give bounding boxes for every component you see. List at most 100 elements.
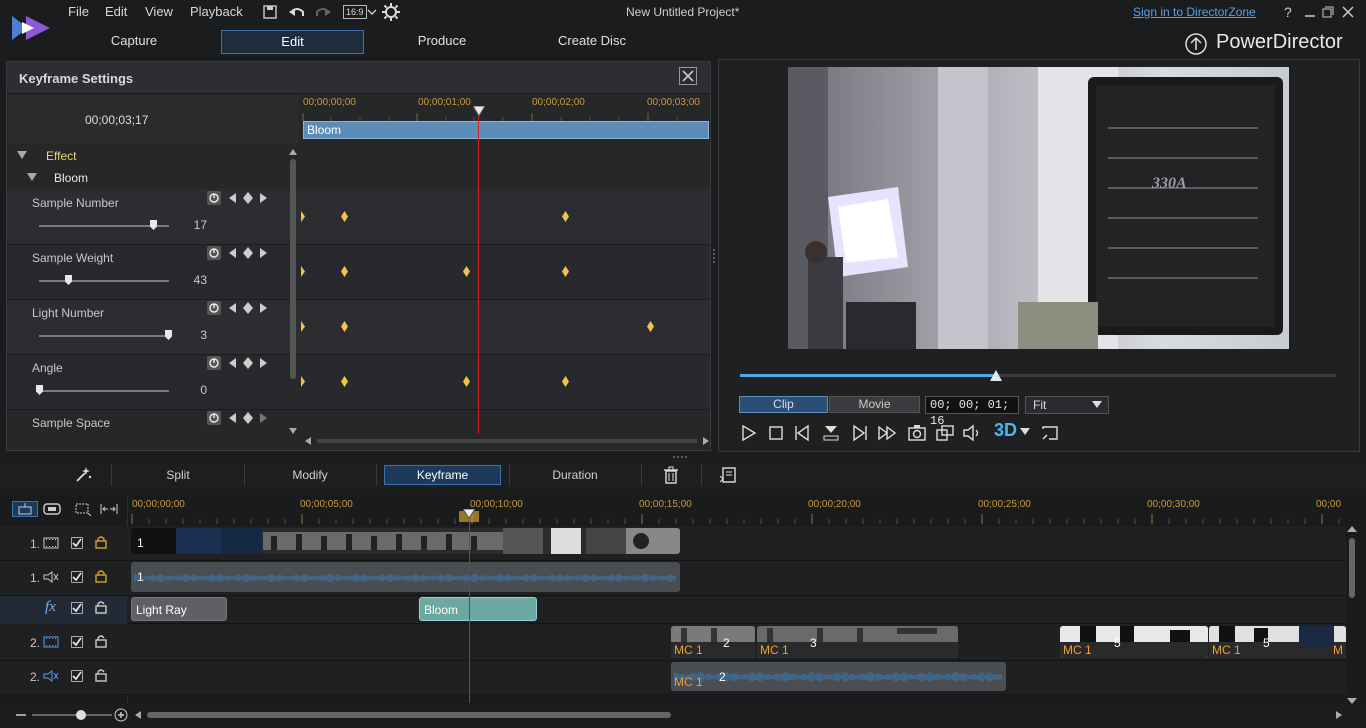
add-keyframe-icon[interactable]: [243, 412, 253, 424]
scrub-thumb[interactable]: [990, 370, 1002, 382]
tree-group-effect[interactable]: Effect: [46, 149, 76, 163]
next-frame-icon[interactable]: [849, 423, 869, 443]
undo-icon[interactable]: [288, 4, 306, 20]
zoom-slider-track[interactable]: [32, 714, 112, 716]
mark-icon[interactable]: [821, 423, 841, 443]
reset-param-icon[interactable]: [207, 301, 221, 315]
3d-mode-button[interactable]: 3D: [994, 420, 1017, 441]
snapshot-camera-icon[interactable]: [907, 423, 927, 443]
timeline-vscrollbar[interactable]: [1347, 526, 1357, 704]
magic-tools-icon[interactable]: [74, 466, 92, 484]
video-clip[interactable]: MC 1 2: [671, 626, 755, 658]
collapse-triangle-icon[interactable]: [17, 150, 27, 160]
zoom-out-icon[interactable]: [14, 709, 28, 721]
minimize-icon[interactable]: [1304, 6, 1316, 18]
play-icon[interactable]: [739, 423, 759, 443]
tab-create-disc[interactable]: Create Disc: [548, 30, 636, 54]
fx-clip-light-ray[interactable]: Light Ray: [131, 597, 227, 621]
fast-forward-icon[interactable]: [877, 423, 897, 443]
stop-icon[interactable]: [766, 423, 786, 443]
cast-display-icon[interactable]: [1040, 423, 1060, 443]
unlock-icon[interactable]: [95, 600, 107, 614]
video-clip[interactable]: 1: [131, 528, 680, 554]
param-scrollbar[interactable]: [289, 149, 297, 434]
effect-bar[interactable]: Bloom: [303, 121, 709, 139]
previous-frame-icon[interactable]: [793, 423, 813, 443]
previous-keyframe-icon[interactable]: [229, 358, 237, 368]
track-enable-checkbox[interactable]: [71, 537, 83, 549]
param-slider-track[interactable]: [39, 335, 169, 337]
previous-keyframe-icon[interactable]: [229, 193, 237, 203]
fit-dropdown[interactable]: Fit: [1025, 396, 1109, 414]
previous-keyframe-icon[interactable]: [229, 248, 237, 258]
keyframe-hscrollbar[interactable]: [305, 435, 709, 447]
movie-tab[interactable]: Movie: [829, 396, 920, 413]
preview-scrub-bar[interactable]: [740, 370, 1336, 384]
audio-clip[interactable]: MC 1 2: [671, 662, 1006, 691]
fx-clip-bloom[interactable]: Bloom: [419, 597, 537, 621]
add-keyframe-icon[interactable]: [243, 302, 253, 314]
duration-button[interactable]: Duration: [541, 466, 609, 486]
add-keyframe-icon[interactable]: [243, 192, 253, 204]
split-button[interactable]: Split: [145, 466, 211, 486]
zoom-in-icon[interactable]: [114, 708, 128, 722]
reset-param-icon[interactable]: [207, 411, 221, 425]
track-enable-checkbox[interactable]: [71, 571, 83, 583]
storyboard-view-icon[interactable]: [43, 502, 61, 516]
keyframe-button[interactable]: Keyframe: [384, 465, 501, 485]
param-slider-track[interactable]: [39, 280, 169, 282]
zoom-slider-thumb[interactable]: [76, 710, 86, 720]
aspect-ratio-button[interactable]: 16:9: [343, 5, 367, 19]
chevron-down-icon[interactable]: [1020, 428, 1030, 436]
tree-effect-bloom[interactable]: Bloom: [54, 171, 88, 185]
unlock-icon[interactable]: [95, 668, 107, 682]
restore-icon[interactable]: [1322, 6, 1334, 18]
clip-tab[interactable]: Clip: [739, 396, 828, 413]
playhead-handle[interactable]: [473, 106, 485, 118]
keyframe-ruler[interactable]: 00;00;00;00 00;00;01;00 00;00;02;00 00;0…: [301, 95, 710, 121]
undock-preview-icon[interactable]: [935, 423, 955, 443]
reset-param-icon[interactable]: [207, 356, 221, 370]
menu-edit[interactable]: Edit: [105, 4, 127, 19]
splitter-handle[interactable]: [712, 248, 716, 266]
param-slider-track[interactable]: [39, 390, 169, 392]
add-keyframe-icon[interactable]: [243, 357, 253, 369]
previous-keyframe-icon[interactable]: [229, 413, 237, 423]
help-button[interactable]: ?: [1284, 4, 1292, 20]
timeline-hscrollbar[interactable]: [135, 709, 1342, 721]
track-enable-checkbox[interactable]: [71, 670, 83, 682]
modify-button[interactable]: Modify: [277, 466, 343, 486]
video-clip[interactable]: MC 1 5 M: [1209, 626, 1346, 658]
tab-produce[interactable]: Produce: [405, 30, 479, 54]
track-enable-checkbox[interactable]: [71, 602, 83, 614]
next-keyframe-icon[interactable]: [259, 413, 267, 423]
tab-edit[interactable]: Edit: [221, 30, 364, 54]
next-keyframe-icon[interactable]: [259, 303, 267, 313]
reset-param-icon[interactable]: [207, 246, 221, 260]
next-keyframe-icon[interactable]: [259, 358, 267, 368]
tab-capture[interactable]: Capture: [98, 30, 170, 54]
close-icon[interactable]: [1342, 6, 1354, 18]
menu-file[interactable]: File: [68, 4, 89, 19]
reset-param-icon[interactable]: [207, 191, 221, 205]
track-enable-checkbox[interactable]: [71, 636, 83, 648]
track-manager-icon[interactable]: [12, 501, 38, 517]
menu-playback[interactable]: Playback: [190, 4, 243, 19]
collapse-triangle-icon[interactable]: [27, 172, 37, 182]
redo-icon[interactable]: [314, 4, 332, 20]
menu-view[interactable]: View: [145, 4, 173, 19]
chevron-down-icon[interactable]: [367, 5, 377, 19]
gear-icon[interactable]: [382, 3, 400, 21]
previous-keyframe-icon[interactable]: [229, 303, 237, 313]
next-keyframe-icon[interactable]: [259, 248, 267, 258]
add-keyframe-icon[interactable]: [243, 247, 253, 259]
fit-timeline-icon[interactable]: [74, 502, 92, 516]
video-clip[interactable]: MC 1 5: [1060, 626, 1208, 658]
more-features-icon[interactable]: [719, 466, 737, 484]
video-clip[interactable]: MC 1 3: [757, 626, 958, 658]
save-icon[interactable]: [262, 4, 278, 20]
trash-icon[interactable]: [662, 466, 680, 484]
unlock-icon[interactable]: [95, 634, 107, 648]
param-slider-track[interactable]: [39, 225, 169, 227]
timecode-field[interactable]: 00; 00; 01; 16: [925, 396, 1019, 428]
